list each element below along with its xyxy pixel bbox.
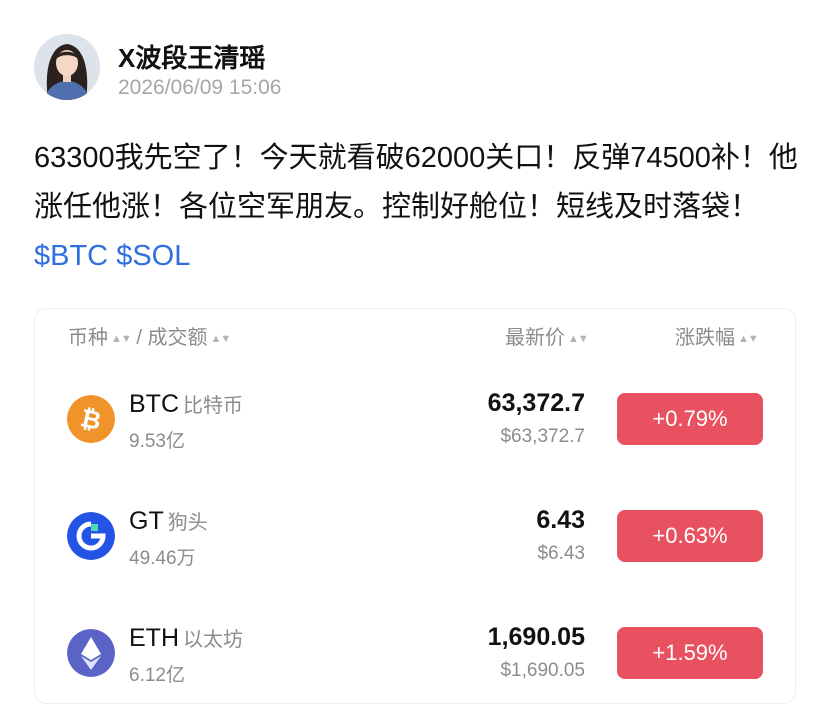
market-row-btc[interactable]: ₿ BTC 比特币 9.53亿 63,372.7 $63,372.7 +0.79% — [35, 375, 795, 465]
coin-symbol: BTC 比特币 — [129, 389, 243, 419]
sort-icon: ▲▼ — [111, 333, 132, 345]
coin-volume: 6.12亿 — [129, 665, 185, 686]
coin-symbol: ETH 以太坊 — [129, 623, 243, 653]
coin-price-usd: $6.43 — [537, 543, 585, 564]
change-badge[interactable]: +0.79% — [617, 393, 763, 445]
avatar[interactable] — [34, 34, 100, 100]
change-badge[interactable]: +0.63% — [617, 510, 763, 562]
post-body: 63300我先空了！今天就看破62000关口！反弹74500补！他涨任他涨！各位… — [34, 134, 804, 281]
gatetoken-icon — [67, 512, 115, 560]
market-row-gt[interactable]: GT 狗头 49.46万 6.43 $6.43 +0.63% — [35, 492, 795, 582]
coin-ticker: BTC — [129, 390, 179, 418]
header-separator: / — [136, 327, 142, 349]
market-card: 币种 ▲▼ / 成交额 ▲▼ 最新价 ▲▼ 涨跌幅 ▲▼ ₿ BTC 比特币 9.53亿 … — [34, 308, 796, 704]
hashtag-sol[interactable]: $SOL — [116, 240, 190, 272]
coin-volume: 49.46万 — [129, 548, 196, 569]
coin-symbol: GT 狗头 — [129, 506, 208, 536]
change-header-label: 涨跌幅 — [675, 327, 735, 349]
coin-ticker: ETH — [129, 624, 179, 652]
coin-price-usd: $63,372.7 — [500, 426, 585, 447]
market-row-eth[interactable]: ETH 以太坊 6.12亿 1,690.05 $1,690.05 +1.59% — [35, 609, 795, 699]
avatar-portrait — [34, 34, 100, 100]
volume-header-label: 成交额 — [147, 327, 208, 349]
price-header-label: 最新价 — [505, 327, 565, 349]
coin-price-usd: $1,690.05 — [500, 660, 585, 681]
coin-price: 63,372.7 — [487, 389, 585, 417]
coin-name: 以太坊 — [183, 629, 243, 651]
post-timestamp: 2026/06/09 15:06 — [118, 76, 282, 99]
bitcoin-icon: ₿ — [67, 395, 115, 443]
change-badge[interactable]: +1.59% — [617, 627, 763, 679]
coin-ticker: GT — [129, 507, 164, 535]
post-text: 63300我先空了！今天就看破62000关口！反弹74500补！他涨任他涨！各位… — [34, 142, 798, 223]
sort-icon: ▲▼ — [210, 333, 231, 345]
coin-volume: 9.53亿 — [129, 431, 185, 452]
coin-price: 6.43 — [536, 506, 585, 534]
coin-name: 比特币 — [183, 395, 243, 417]
sort-icon: ▲▼ — [568, 333, 589, 345]
volume-sort-button[interactable]: 成交额 ▲▼ — [147, 327, 231, 349]
author-name[interactable]: X波段王清瑶 — [118, 38, 265, 75]
coin-header-label: 币种 — [68, 327, 108, 349]
change-sort-button[interactable]: 涨跌幅 ▲▼ — [675, 321, 759, 350]
ethereum-icon — [67, 629, 115, 677]
price-sort-button[interactable]: 最新价 ▲▼ — [505, 321, 589, 350]
coin-name: 狗头 — [167, 512, 208, 534]
column-header-coin: 币种 ▲▼ / 成交额 ▲▼ — [68, 321, 231, 350]
coin-price: 1,690.05 — [487, 623, 585, 651]
hashtag-btc[interactable]: $BTC — [34, 240, 108, 272]
coin-sort-button[interactable]: 币种 ▲▼ — [68, 327, 132, 349]
sort-icon: ▲▼ — [738, 333, 759, 345]
